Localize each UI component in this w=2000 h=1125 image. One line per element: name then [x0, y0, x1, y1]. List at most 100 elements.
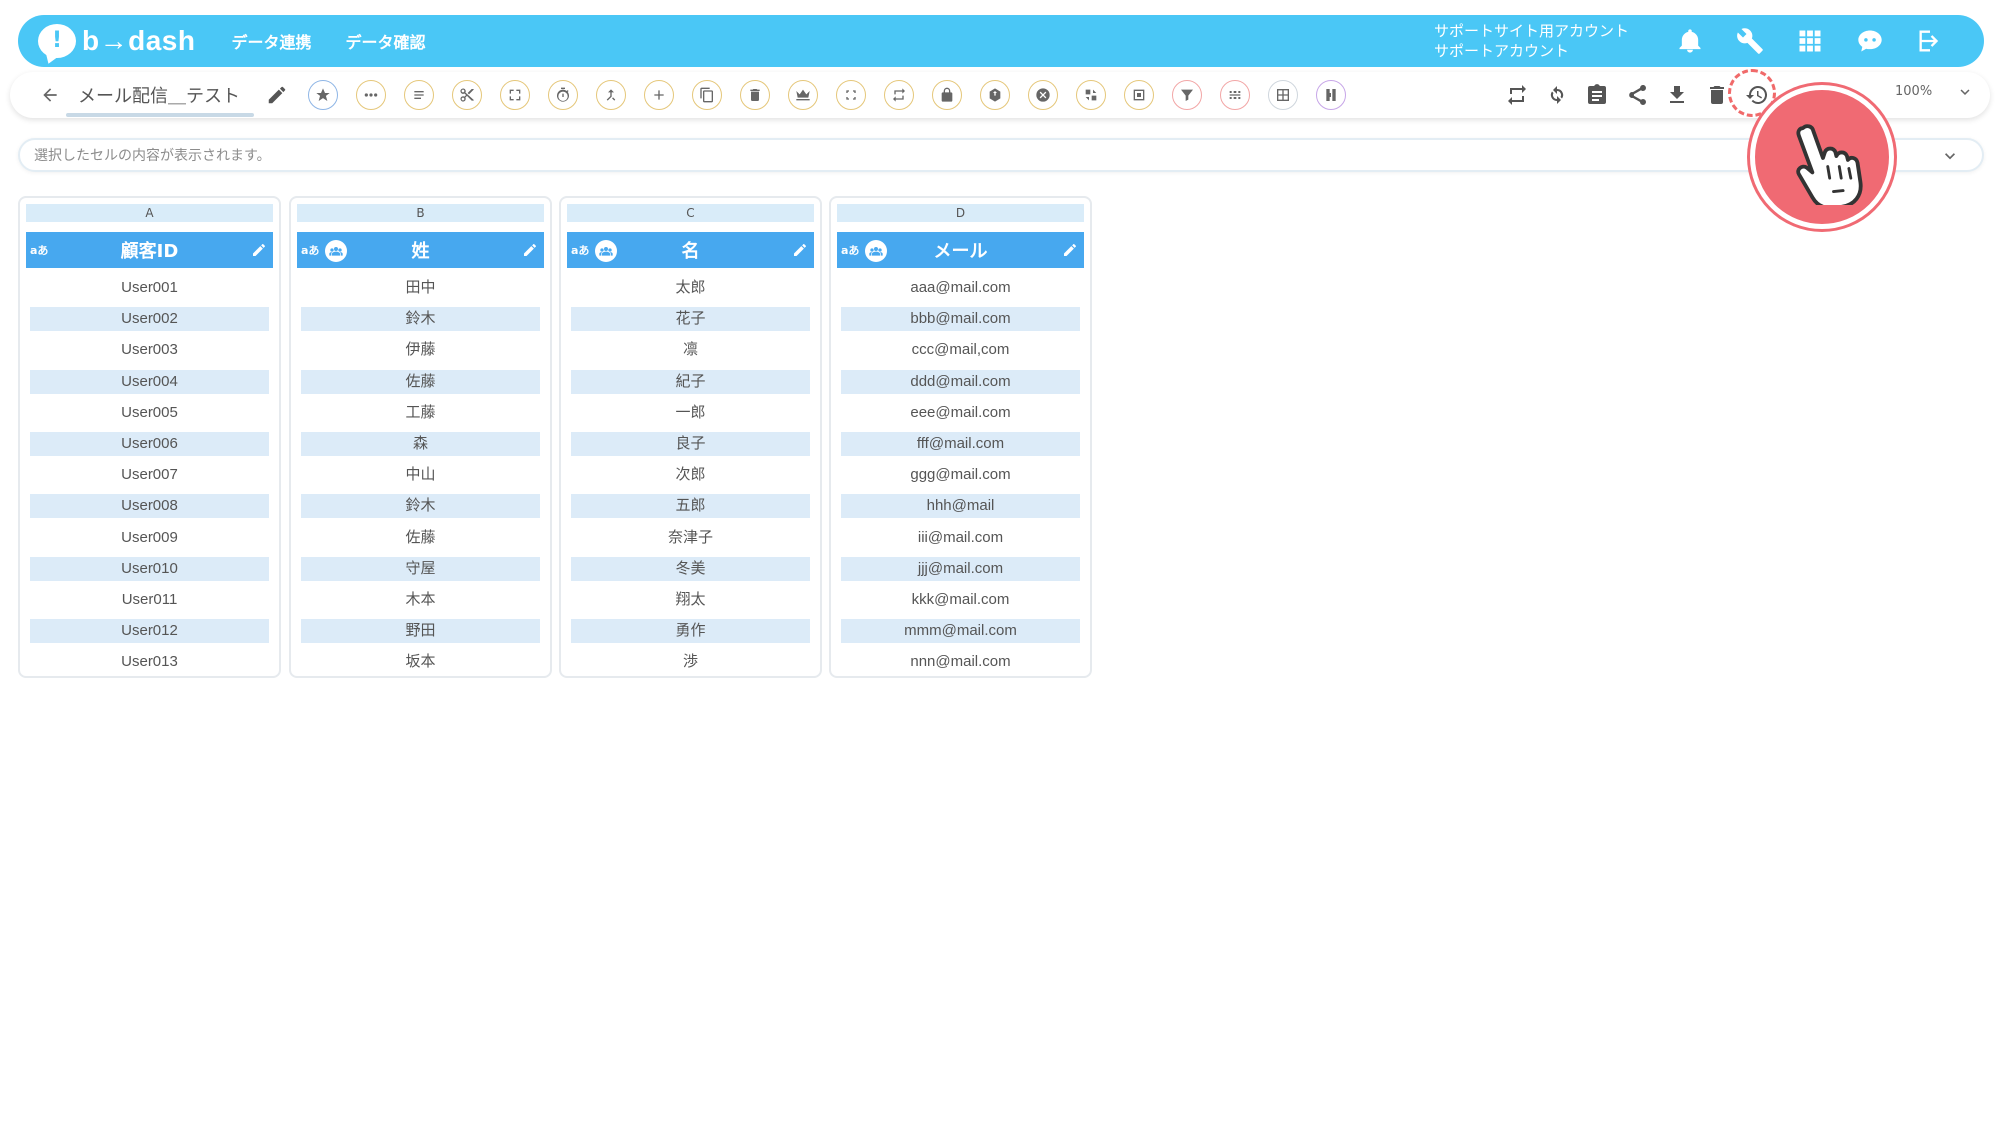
table-cell[interactable]: User003: [30, 338, 269, 362]
table-cell[interactable]: 野田: [301, 619, 540, 644]
column-letter[interactable]: B: [297, 204, 544, 222]
column-letter[interactable]: C: [567, 204, 814, 222]
chevron-down-icon[interactable]: [1940, 146, 1960, 166]
table-cell[interactable]: 一郎: [571, 401, 810, 425]
expand-icon[interactable]: [836, 80, 866, 110]
add-icon[interactable]: [644, 80, 674, 110]
data-column[interactable]: Baあ姓田中 鈴木 伊藤 佐藤 工藤森中山 鈴木 佐藤 守屋 木本 野田 坂本: [289, 196, 552, 678]
column-letter[interactable]: A: [26, 204, 273, 222]
table-cell[interactable]: User010: [30, 556, 269, 581]
table-cell[interactable]: User004: [30, 369, 269, 394]
table-cell[interactable]: 渉: [571, 650, 810, 674]
timer-icon[interactable]: [548, 80, 578, 110]
column-header[interactable]: aあ 名: [567, 232, 814, 268]
zoom-level[interactable]: 100%: [1895, 84, 1932, 99]
table-cell[interactable]: ddd@mail.com: [841, 369, 1080, 394]
more-icon[interactable]: [356, 80, 386, 110]
page-title[interactable]: メール配信＿テスト: [78, 86, 240, 107]
edit-column-pencil-icon[interactable]: [1062, 242, 1078, 258]
cut-icon[interactable]: [452, 80, 482, 110]
table-cell[interactable]: 太郎: [571, 276, 810, 300]
table-cell[interactable]: 勇作: [571, 619, 810, 644]
table-cell[interactable]: 良子: [571, 431, 810, 456]
table-cell[interactable]: ccc@mail,com: [841, 338, 1080, 362]
table-cell[interactable]: 鈴木: [301, 494, 540, 519]
table-cell[interactable]: ggg@mail.com: [841, 463, 1080, 487]
edit-column-pencil-icon[interactable]: [792, 242, 808, 258]
table-cell[interactable]: jjj@mail.com: [841, 556, 1080, 581]
assistant-icon[interactable]: [1856, 27, 1884, 55]
table-cell[interactable]: 森: [301, 431, 540, 456]
nav-data-check[interactable]: データ確認: [345, 29, 425, 53]
table-cell[interactable]: 冬美: [571, 556, 810, 581]
table-cell[interactable]: iii@mail.com: [841, 526, 1080, 550]
table-cell[interactable]: 五郎: [571, 494, 810, 519]
table-cell[interactable]: User001: [30, 276, 269, 300]
data-column[interactable]: Aaあ 顧客ID User001 User002 User003 User004 User0…: [18, 196, 281, 678]
frame-icon[interactable]: [1124, 80, 1154, 110]
clipboard-icon[interactable]: [1585, 83, 1609, 107]
table-cell[interactable]: 工藤: [301, 401, 540, 425]
table-cell[interactable]: bbb@mail.com: [841, 307, 1080, 332]
repeat-icon[interactable]: [884, 80, 914, 110]
text-icon[interactable]: [404, 80, 434, 110]
table-cell[interactable]: 佐藤: [301, 526, 540, 550]
wrench-icon[interactable]: [1736, 27, 1764, 55]
table-cell[interactable]: User005: [30, 401, 269, 425]
column-header[interactable]: aあ 姓: [297, 232, 544, 268]
table-cell[interactable]: 守屋: [301, 556, 540, 581]
transform-icon[interactable]: [500, 80, 530, 110]
star-icon[interactable]: [308, 80, 338, 110]
table-cell[interactable]: 凛: [571, 338, 810, 362]
chevron-down-icon[interactable]: [1956, 83, 1974, 101]
table-cell[interactable]: 鈴木: [301, 307, 540, 332]
trash-icon[interactable]: [1705, 83, 1729, 107]
table-cell[interactable]: User009: [30, 526, 269, 550]
table-cell[interactable]: hhh@mail: [841, 494, 1080, 519]
edit-column-pencil-icon[interactable]: [251, 242, 267, 258]
pattern-icon[interactable]: [1220, 80, 1250, 110]
table-cell[interactable]: 翔太: [571, 588, 810, 612]
swap-icon[interactable]: [1505, 83, 1529, 107]
data-column[interactable]: Caあ 名太郎花子凛紀子一郎良子次郎五郎奈津子冬美翔太勇作渉: [559, 196, 822, 678]
cell-content-bar[interactable]: 選択したセルの内容が表示されます。: [18, 138, 1984, 172]
table-cell[interactable]: nnn@mail.com: [841, 650, 1080, 674]
column-header[interactable]: aあ メール: [837, 232, 1084, 268]
crown-icon[interactable]: [788, 80, 818, 110]
table-cell[interactable]: User013: [30, 650, 269, 674]
table-cell[interactable]: 田中: [301, 276, 540, 300]
table-cell[interactable]: 奈津子: [571, 526, 810, 550]
column-letter[interactable]: D: [837, 204, 1084, 222]
account-info[interactable]: サポートサイト用アカウント サポートアカウント: [1434, 21, 1629, 61]
download-icon[interactable]: [1665, 83, 1689, 107]
convert-icon[interactable]: [1076, 80, 1106, 110]
merge-icon[interactable]: [596, 80, 626, 110]
share-icon[interactable]: [1625, 83, 1649, 107]
table-cell[interactable]: mmm@mail.com: [841, 619, 1080, 644]
table-icon[interactable]: [1268, 80, 1298, 110]
table-cell[interactable]: 次郎: [571, 463, 810, 487]
edit-title-pencil-icon[interactable]: [266, 84, 288, 106]
table-cell[interactable]: User012: [30, 619, 269, 644]
back-arrow-icon[interactable]: [40, 85, 60, 105]
table-cell[interactable]: 伊藤: [301, 338, 540, 362]
column-header[interactable]: aあ 顧客ID: [26, 232, 273, 268]
table-cell[interactable]: User007: [30, 463, 269, 487]
nav-data-integration[interactable]: データ連携: [231, 29, 311, 53]
table-cell[interactable]: 紀子: [571, 369, 810, 394]
filter-icon[interactable]: [1172, 80, 1202, 110]
table-cell[interactable]: User011: [30, 588, 269, 612]
table-cell[interactable]: 木本: [301, 588, 540, 612]
table-cell[interactable]: eee@mail.com: [841, 401, 1080, 425]
table-cell[interactable]: fff@mail.com: [841, 431, 1080, 456]
cancel-icon[interactable]: [1028, 80, 1058, 110]
lock-icon[interactable]: [932, 80, 962, 110]
upload-icon[interactable]: [980, 80, 1010, 110]
refresh-icon[interactable]: [1545, 83, 1569, 107]
column-icon[interactable]: [1316, 80, 1346, 110]
delete-icon[interactable]: [740, 80, 770, 110]
table-cell[interactable]: User002: [30, 307, 269, 332]
logout-icon[interactable]: [1916, 27, 1944, 55]
table-cell[interactable]: 坂本: [301, 650, 540, 674]
table-cell[interactable]: 花子: [571, 307, 810, 332]
